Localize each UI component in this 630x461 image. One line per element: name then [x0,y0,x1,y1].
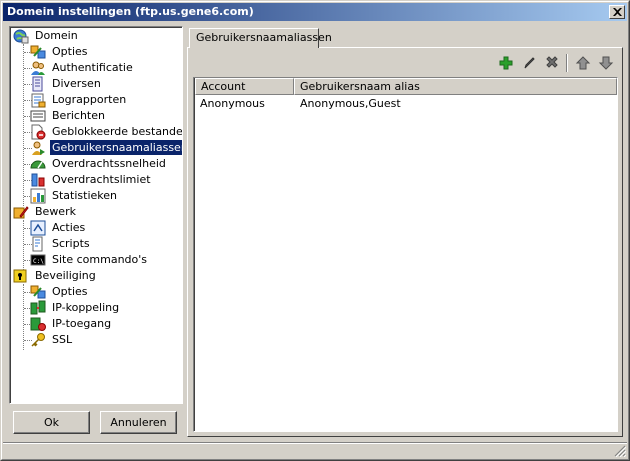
table-row-alias[interactable]: Anonymous,Guest [300,96,600,112]
pencil-icon [524,57,535,69]
misc-icon [32,76,43,92]
arrow-down-icon [598,56,614,70]
users-icon [31,61,45,75]
statistics-icon [30,188,46,204]
log-icon [31,93,46,108]
console-icon: C:\ [30,254,46,266]
ip-access-icon [30,317,46,331]
blocked-files-icon [31,124,46,140]
move-down-button[interactable] [596,53,616,73]
scripts-icon [32,236,43,252]
table-row-account[interactable]: Anonymous [200,96,294,112]
tree-item-label: Authentificatie [52,61,133,74]
tree-item-label: SSL [52,333,73,346]
status-bar [3,442,627,458]
tree-item-label: Acties [52,221,86,234]
tree-item-label: Opties [52,45,88,58]
ok-button[interactable]: Ok [13,411,90,434]
tree-item-label: Overdrachtslimiet [52,173,151,186]
tree-item-label: Statistieken [52,189,117,202]
dialog-window: Domein instellingen (ftp.us.gene6.com) D… [0,0,630,461]
column-header-alias[interactable]: Gebruikersnaam alias [294,78,617,95]
tab-label: Gebruikersnaamaliassen [196,31,332,44]
cancel-button[interactable]: Annuleren [100,411,177,434]
add-alias-button[interactable] [496,53,516,73]
tree-item-label: Lograpporten [52,93,127,106]
security-lock-icon [13,269,27,283]
window-title: Domein instellingen (ftp.us.gene6.com) [7,5,254,18]
tree-group-security-label: Beveiliging [35,269,96,282]
title-bar[interactable]: Domein instellingen (ftp.us.gene6.com) [3,3,627,21]
actions-icon [30,220,46,236]
domain-globe-icon [13,29,29,44]
options-icon [30,45,46,59]
tree-item-label: Gebruikersnaamaliassen [50,140,182,155]
options-icon [30,285,46,299]
ip-binding-icon [30,300,46,315]
tree-item-label: IP-koppeling [52,301,120,314]
add-icon [499,56,513,70]
user-alias-icon [32,141,45,155]
speed-gauge-icon [30,160,46,169]
tree-item-label: Site commando's [52,253,148,266]
limit-icon [31,173,45,187]
tree-item-label: Scripts [52,237,90,250]
edit-alias-button[interactable] [519,53,539,73]
messages-icon [30,110,46,122]
edit-group-icon [13,206,29,219]
resize-grip-icon[interactable] [614,445,626,457]
move-up-button[interactable] [573,53,593,73]
tree-item-label: Geblokkeerde bestanden [52,125,183,138]
delete-icon [546,56,558,68]
arrow-up-icon [575,56,591,70]
tree-group-domain-label: Domein [35,29,78,42]
tree-item-label: Overdrachtssnelheid [52,157,166,170]
tree-item-label: Opties [52,285,88,298]
column-header-account[interactable]: Account [195,78,294,95]
close-icon [613,8,622,16]
tree-group-edit-label: Bewerk [35,205,76,218]
tree-item-label: IP-toegang [52,317,112,330]
settings-tree[interactable]: Domein Opties Authentificatie Diversen L… [9,26,183,404]
tree-item-label: Diversen [52,77,101,90]
delete-alias-button[interactable] [542,53,562,73]
tab-user-aliases[interactable]: Gebruikersnaamaliassen [189,28,332,48]
alias-list[interactable]: Account Gebruikersnaam alias Anonymous A… [193,77,618,432]
tree-item-label: Berichten [52,109,105,122]
key-icon [31,333,45,347]
svg-text:C:\: C:\ [33,258,44,265]
close-button[interactable] [609,5,625,19]
